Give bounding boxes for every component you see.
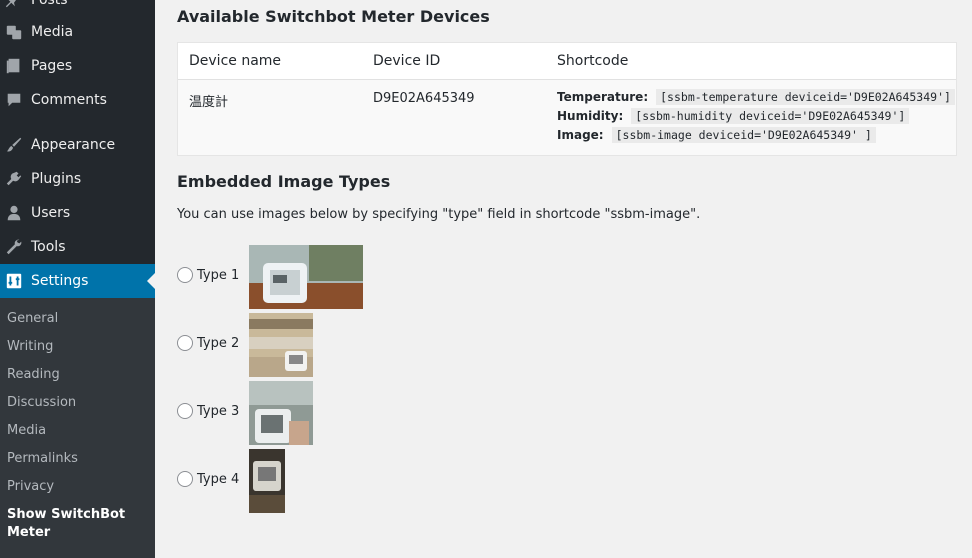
submenu-item-writing[interactable]: Writing [7,338,53,356]
submenu-item-media[interactable]: Media [7,422,46,440]
sidebar-item-label: Comments [31,92,107,108]
sidebar-item-label: Media [31,24,74,40]
sidebar-item-tools[interactable]: Tools [0,230,155,264]
type-3-image [249,381,313,445]
submenu-item-permalinks[interactable]: Permalinks [7,450,78,468]
type-1-label: Type 1 [197,267,240,283]
type-4-label: Type 4 [197,471,240,487]
column-header-shortcode: Shortcode [557,53,629,69]
sidebar-item-appearance[interactable]: Appearance [0,128,155,162]
device-id-cell: D9E02A645349 [373,91,475,106]
shortcode-code[interactable]: [ssbm-humidity deviceid='D9E02A645349'] [631,108,910,124]
wrench-icon [5,238,23,256]
type-3-label: Type 3 [197,403,240,419]
admin-sidebar: Posts Media Pages Comments Appearance Pl… [0,0,155,558]
devices-heading: Available Switchbot Meter Devices [177,7,490,26]
submenu-item-discussion[interactable]: Discussion [7,394,76,412]
pages-icon [5,57,23,75]
type-option-3[interactable]: Type 3 [177,403,239,419]
submenu-item-general[interactable]: General [7,310,58,328]
shortcode-temperature: Temperature: [ssbm-temperature deviceid=… [557,89,955,105]
type-1-image [249,245,363,309]
type-3-radio[interactable] [177,403,193,419]
sidebar-item-media[interactable]: Media [0,15,155,49]
users-icon [5,204,23,222]
sidebar-item-plugins[interactable]: Plugins [0,162,155,196]
shortcode-image: Image: [ssbm-image deviceid='D9E02A64534… [557,127,876,143]
plugin-icon [5,170,23,188]
settings-submenu: General Writing Reading Discussion Media… [0,298,155,558]
shortcode-code[interactable]: [ssbm-image deviceid='D9E02A645349' ] [611,127,876,143]
sidebar-item-settings[interactable]: Settings [0,264,155,298]
image-types-description: You can use images below by specifying "… [177,207,701,222]
shortcode-humidity: Humidity: [ssbm-humidity deviceid='D9E02… [557,108,910,124]
type-2-radio[interactable] [177,335,193,351]
type-option-1[interactable]: Type 1 [177,267,239,283]
column-header-device-id: Device ID [373,53,441,69]
image-types-heading: Embedded Image Types [177,172,391,191]
sidebar-item-comments[interactable]: Comments [0,83,155,117]
pushpin-icon [5,0,23,9]
shortcode-code[interactable]: [ssbm-temperature deviceid='D9E02A645349… [656,89,955,105]
shortcode-label: Image: [557,128,604,142]
media-icon [5,23,23,41]
type-4-radio[interactable] [177,471,193,487]
shortcode-label: Humidity: [557,109,624,123]
shortcode-label: Temperature: [557,90,649,104]
submenu-item-privacy[interactable]: Privacy [7,478,54,496]
sidebar-item-label: Tools [31,239,66,255]
sidebar-item-pages[interactable]: Pages [0,49,155,83]
type-2-image [249,313,313,377]
sidebar-item-label: Plugins [31,171,82,187]
sidebar-item-users[interactable]: Users [0,196,155,230]
brush-icon [5,136,23,154]
type-4-image [249,449,285,513]
table-row: 温度計 D9E02A645349 Temperature: [ssbm-temp… [178,80,956,155]
submenu-item-reading[interactable]: Reading [7,366,60,384]
type-option-2[interactable]: Type 2 [177,335,239,351]
type-2-label: Type 2 [197,335,240,351]
type-1-radio[interactable] [177,267,193,283]
type-option-4[interactable]: Type 4 [177,471,239,487]
submenu-item-show-switchbot-meter[interactable]: Show SwitchBot Meter [7,506,137,542]
sidebar-item-label: Settings [31,273,89,289]
device-name-cell: 温度計 [189,95,229,110]
settings-icon [5,272,23,290]
devices-table: Device name Device ID Shortcode 温度計 D9E0… [177,42,957,156]
sidebar-item-label: Posts [31,0,68,8]
column-header-device-name: Device name [189,53,282,69]
sidebar-item-label: Pages [31,58,73,74]
sidebar-item-label: Users [31,205,71,221]
sidebar-item-label: Appearance [31,137,116,153]
table-header: Device name Device ID Shortcode [178,43,956,80]
comments-icon [5,91,23,109]
